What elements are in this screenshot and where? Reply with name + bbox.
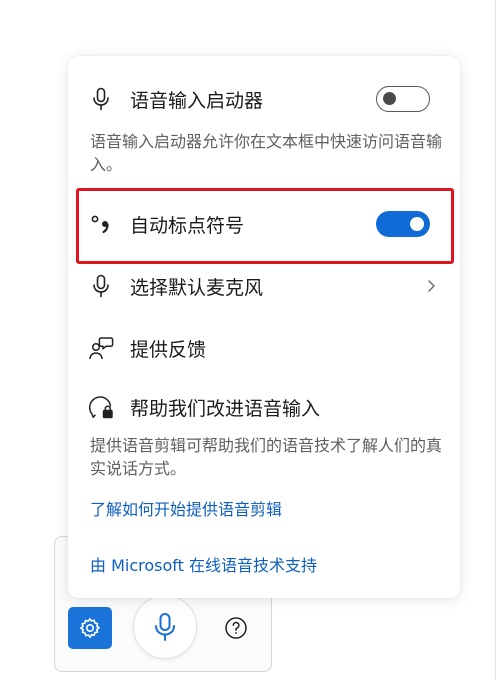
microphone-button[interactable]: [133, 595, 197, 659]
voice-launcher-toggle[interactable]: [376, 86, 430, 112]
help-button[interactable]: [221, 613, 251, 643]
speech-privacy-icon: [88, 394, 114, 420]
window-edge-divider: [495, 0, 496, 680]
voice-launcher-description: 语音输入启动器允许你在文本框中快速访问语音输入。: [90, 132, 443, 174]
help-improve-description: 提供语音剪辑可帮助我们的语音技术了解人们的真实说话方式。: [90, 436, 443, 478]
feedback-icon: [88, 335, 114, 361]
voice-launcher-label: 语音输入启动器: [130, 89, 264, 112]
learn-voice-clips-link[interactable]: 了解如何开始提供语音剪辑: [90, 496, 282, 520]
feedback-label: 提供反馈: [130, 338, 207, 361]
default-microphone-row[interactable]: 选择默认麦克风: [68, 269, 460, 303]
help-improve-label: 帮助我们改进语音输入: [130, 397, 321, 420]
microphone-icon: [88, 86, 114, 112]
settings-button[interactable]: [68, 607, 112, 649]
voice-typing-settings-panel: 语音输入启动器 语音输入启动器允许你在文本框中快速访问语音输入。 自动标点符号 …: [68, 56, 460, 598]
gear-icon: [80, 618, 100, 638]
question-icon: [225, 617, 247, 639]
feedback-row[interactable]: 提供反馈: [68, 331, 460, 365]
default-microphone-label: 选择默认麦克风: [130, 276, 264, 299]
microphone-icon: [88, 273, 114, 299]
microphone-icon: [155, 613, 175, 641]
microsoft-online-speech-link[interactable]: 由 Microsoft 在线语音技术支持: [90, 552, 317, 576]
chevron-right-icon: [428, 280, 435, 292]
voice-launcher-row: 语音输入启动器: [68, 82, 460, 116]
help-improve-row[interactable]: 帮助我们改进语音输入: [68, 390, 460, 424]
highlight-annotation-box: [76, 188, 454, 264]
